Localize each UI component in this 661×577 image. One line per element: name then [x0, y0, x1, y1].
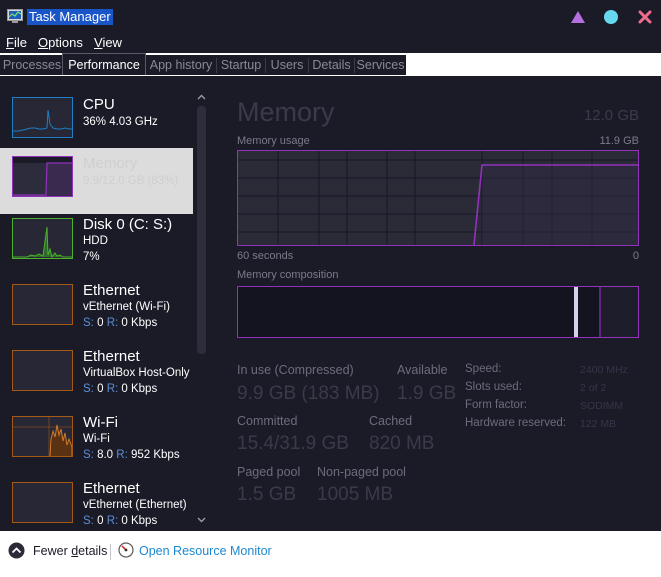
stat-value-committed: 15.4/31.9 GB — [237, 433, 349, 454]
circle-icon[interactable] — [603, 9, 619, 25]
time-axis-right: 0 — [632, 250, 639, 262]
footer-divider — [110, 544, 111, 560]
stat-label-available: Available — [397, 363, 448, 377]
sidebar-item-usage: 7% — [83, 251, 100, 263]
sidebar-item-name: Disk 0 (C: S:) — [83, 216, 173, 233]
sidebar-item-throughput: S: 0 R: 0 Kbps — [83, 317, 158, 329]
detail-value-form-factor: SODIMM — [580, 400, 624, 412]
sidebar-item-name: Ethernet — [83, 480, 140, 497]
tab-processes[interactable]: Processes — [2, 55, 62, 75]
detail-value-speed: 2400 MHz — [580, 364, 628, 376]
tab-startup[interactable]: Startup — [217, 55, 265, 75]
sidebar-item-detail: Wi-Fi — [83, 433, 110, 445]
resource-monitor-icon — [118, 542, 134, 558]
task-manager-icon — [7, 9, 23, 23]
stat-label-paged-pool: Paged pool — [237, 465, 301, 479]
chevron-up-circle-icon[interactable] — [8, 542, 25, 559]
ethernet-graph — [12, 350, 73, 391]
open-resource-monitor-link[interactable]: Open Resource Monitor — [139, 544, 272, 558]
memory-panel: Memory 12.0 GB Memory usage 11.9 GB 60 s… — [210, 76, 661, 531]
usage-label: Memory usage — [237, 135, 310, 147]
fewer-details-button[interactable]: Fewer details — [33, 544, 107, 558]
x-icon[interactable] — [637, 9, 653, 25]
detail-value-hardware-reserved: 122 MB — [580, 418, 617, 430]
detail-label-form-factor: Form factor: — [465, 399, 527, 411]
sidebar-item-ethernet[interactable]: Ethernet vEthernet (Wi-Fi) S: 0 R: 0 Kbp… — [0, 280, 193, 346]
performance-body: CPU 36% 4.03 GHz Memory 9.9/12.0 GB (83%… — [0, 76, 661, 531]
detail-label-speed: Speed: — [465, 363, 502, 375]
disk-graph — [12, 218, 73, 259]
triangle-icon[interactable] — [570, 9, 586, 25]
sidebar-item-detail: HDD — [83, 235, 108, 247]
time-axis-left: 60 seconds — [237, 250, 294, 262]
total-memory: 12.0 GB — [583, 107, 639, 124]
stat-value-in-use: 9.9 GB (183 MB) — [237, 383, 380, 404]
menu-bar: File Options View — [0, 33, 661, 53]
sidebar-scrollbar[interactable] — [193, 89, 210, 531]
scrollbar-thumb[interactable] — [197, 106, 206, 354]
sidebar-item-throughput: S: 0 R: 0 Kbps — [83, 515, 158, 527]
sidebar-item-memory[interactable]: Memory 9.9/12.0 GB (83%) — [0, 148, 193, 214]
stat-value-available: 1.9 GB — [397, 383, 457, 404]
sidebar-item-name: Ethernet — [83, 282, 140, 299]
usage-max: 11.9 GB — [599, 135, 639, 147]
tab-users[interactable]: Users — [266, 55, 308, 75]
sidebar-item-name: CPU — [83, 96, 115, 113]
detail-value-slots: 2 of 2 — [580, 382, 607, 394]
task-manager-window: Task Manager File Options View Processes… — [0, 0, 661, 577]
sidebar-item-detail: VirtualBox Host-Only — [83, 367, 190, 379]
composition-label: Memory composition — [237, 269, 339, 281]
tab-performance[interactable]: Performance — [62, 53, 146, 75]
menu-view[interactable]: View — [94, 35, 122, 51]
resource-list: CPU 36% 4.03 GHz Memory 9.9/12.0 GB (83%… — [0, 89, 193, 531]
sidebar-item-ethernet[interactable]: Ethernet VirtualBox Host-Only S: 0 R: 0 … — [0, 346, 193, 412]
tab-bar: Processes Performance App history Startu… — [0, 53, 661, 76]
sidebar-item-ethernet[interactable]: Ethernet vEthernet (Ethernet) S: 0 R: 0 … — [0, 478, 193, 531]
ethernet-graph — [12, 284, 73, 325]
tab-details[interactable]: Details — [309, 55, 354, 75]
stat-value-paged-pool: 1.5 GB — [237, 484, 297, 505]
sidebar-item-name: Memory — [83, 155, 138, 172]
memory-usage-graph — [237, 150, 639, 246]
window-title: Task Manager — [27, 9, 113, 25]
wifi-graph — [12, 416, 73, 457]
stat-label-in-use: In use (Compressed) — [237, 363, 354, 377]
sidebar-item-cpu[interactable]: CPU 36% 4.03 GHz — [0, 89, 193, 155]
stat-value-non-paged-pool: 1005 MB — [317, 484, 394, 505]
stat-label-non-paged-pool: Non-paged pool — [317, 465, 406, 479]
chevron-down-icon[interactable] — [196, 514, 207, 525]
memory-graph — [12, 156, 73, 197]
tab-services[interactable]: Services — [355, 55, 406, 75]
sidebar-item-detail: vEthernet (Ethernet) — [83, 499, 187, 511]
menu-options[interactable]: Options — [38, 35, 83, 51]
detail-label-slots: Slots used: — [465, 381, 522, 393]
chevron-up-icon[interactable] — [196, 92, 207, 103]
sidebar-item-detail: 9.9/12.0 GB (83%) — [83, 175, 179, 187]
panel-title: Memory — [237, 97, 335, 127]
sidebar-item-name: Ethernet — [83, 348, 140, 365]
detail-label-hardware-reserved: Hardware reserved: — [465, 417, 566, 429]
footer-bar: Fewer details Open Resource Monitor — [0, 531, 661, 577]
cpu-graph — [12, 97, 73, 138]
title-bar[interactable]: Task Manager — [0, 0, 661, 33]
sidebar-item-throughput: S: 8.0 R: 952 Kbps — [83, 449, 180, 461]
ethernet-graph — [12, 482, 73, 523]
stat-value-cached: 820 MB — [369, 433, 435, 454]
sidebar-item-wifi[interactable]: Wi-Fi Wi-Fi S: 8.0 R: 952 Kbps — [0, 412, 193, 478]
sidebar-item-detail: 36% 4.03 GHz — [83, 116, 158, 128]
menu-file[interactable]: File — [6, 35, 27, 51]
stat-label-committed: Committed — [237, 414, 298, 428]
tab-app-history[interactable]: App history — [146, 55, 216, 75]
sidebar-item-name: Wi-Fi — [83, 414, 118, 431]
memory-composition-bar — [237, 286, 639, 338]
stat-label-cached: Cached — [369, 414, 413, 428]
sidebar-item-disk[interactable]: Disk 0 (C: S:) HDD 7% — [0, 214, 193, 280]
sidebar-item-throughput: S: 0 R: 0 Kbps — [83, 383, 158, 395]
sidebar-item-detail: vEthernet (Wi-Fi) — [83, 301, 170, 313]
